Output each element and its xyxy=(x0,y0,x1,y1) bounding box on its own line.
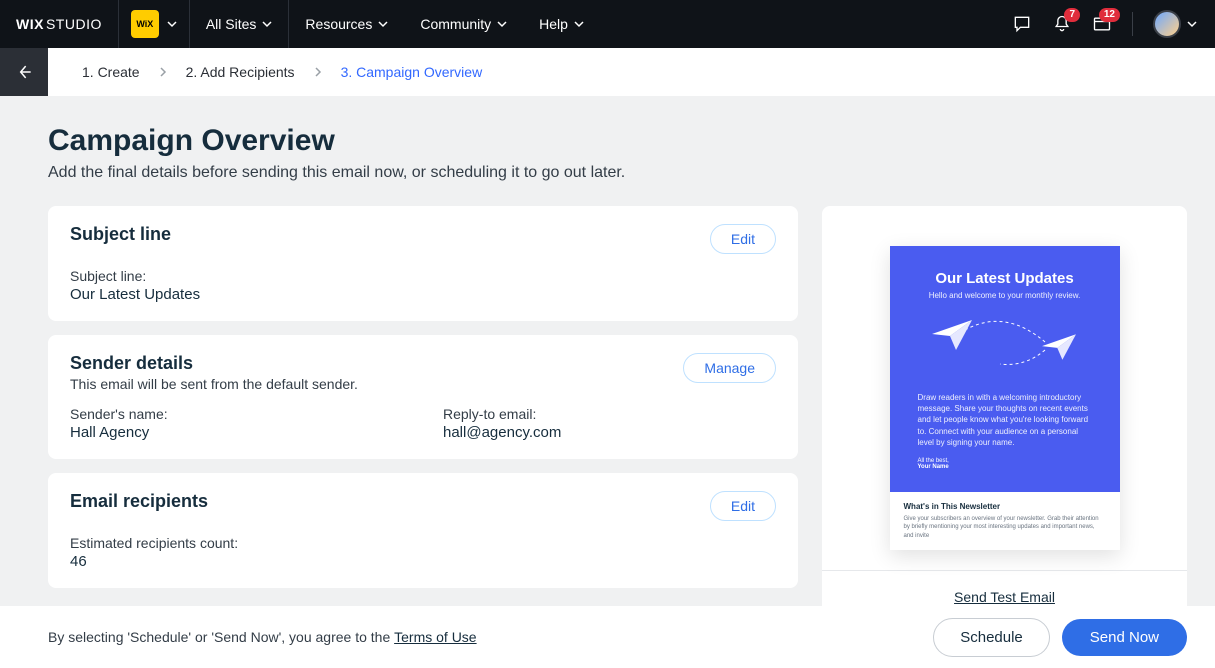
nav-resources[interactable]: Resources xyxy=(289,0,404,48)
nav-community[interactable]: Community xyxy=(404,0,523,48)
bell-badge: 7 xyxy=(1064,8,1080,22)
chat-icon[interactable] xyxy=(1012,14,1032,34)
schedule-button[interactable]: Schedule xyxy=(933,618,1050,657)
chevron-down-icon xyxy=(1187,19,1197,29)
brand-wix: WIX xyxy=(16,16,44,32)
preview-subtitle: Hello and welcome to your monthly review… xyxy=(904,291,1106,300)
breadcrumb-row: 1. Create 2. Add Recipients 3. Campaign … xyxy=(0,48,1215,96)
recipients-count-label: Estimated recipients count: xyxy=(70,535,776,551)
chevron-right-icon xyxy=(313,67,323,77)
nav-label: Help xyxy=(539,16,568,32)
preview-section-body: Give your subscribers an overview of you… xyxy=(904,515,1106,540)
reply-to-value: hall@agency.com xyxy=(443,424,776,441)
recipients-count-value: 46 xyxy=(70,553,776,570)
topbar: WIXSTUDIO WiX All Sites Resources Commun… xyxy=(0,0,1215,48)
breadcrumb-step-overview[interactable]: 3. Campaign Overview xyxy=(341,64,483,80)
email-preview-card: Our Latest Updates Hello and welcome to … xyxy=(822,206,1187,625)
email-preview-thumbnail[interactable]: Our Latest Updates Hello and welcome to … xyxy=(822,206,1187,570)
card-title: Subject line xyxy=(70,224,171,245)
preview-paragraph: Draw readers in with a welcoming introdu… xyxy=(918,392,1092,448)
paper-plane-icon xyxy=(932,320,972,355)
back-button[interactable] xyxy=(0,48,48,96)
breadcrumb-step-recipients[interactable]: 2. Add Recipients xyxy=(186,64,295,80)
breadcrumb-step-create[interactable]: 1. Create xyxy=(82,64,140,80)
edit-subject-button[interactable]: Edit xyxy=(710,224,776,254)
chevron-right-icon xyxy=(158,67,168,77)
send-test-email-link[interactable]: Send Test Email xyxy=(954,589,1055,605)
terms-of-use-link[interactable]: Terms of Use xyxy=(394,629,476,645)
main-content: Campaign Overview Add the final details … xyxy=(0,96,1215,668)
chevron-down-icon xyxy=(497,19,507,29)
chevron-down-icon xyxy=(574,19,584,29)
card-subtitle: This email will be sent from the default… xyxy=(70,376,358,392)
chevron-down-icon xyxy=(262,19,272,29)
subject-label: Subject line: xyxy=(70,268,776,284)
breadcrumb: 1. Create 2. Add Recipients 3. Campaign … xyxy=(48,48,482,96)
card-title: Sender details xyxy=(70,353,358,374)
sender-name-label: Sender's name: xyxy=(70,406,403,422)
inbox-icon[interactable]: 12 xyxy=(1092,14,1112,34)
subject-value: Our Latest Updates xyxy=(70,286,776,303)
preview-title: Our Latest Updates xyxy=(904,270,1106,287)
nav-help[interactable]: Help xyxy=(523,0,600,48)
brand-studio: STUDIO xyxy=(46,16,102,32)
account-menu[interactable] xyxy=(1153,10,1197,38)
inbox-badge: 12 xyxy=(1099,8,1120,22)
preview-section-title: What's in This Newsletter xyxy=(904,502,1106,511)
terms-prefix: By selecting 'Schedule' or 'Send Now', y… xyxy=(48,629,394,645)
nav-all-sites[interactable]: All Sites xyxy=(190,0,290,48)
send-now-button[interactable]: Send Now xyxy=(1062,619,1187,656)
reply-to-label: Reply-to email: xyxy=(443,406,776,422)
bell-icon[interactable]: 7 xyxy=(1052,14,1072,34)
chevron-down-icon xyxy=(378,19,388,29)
subject-line-card: Subject line Edit Subject line: Our Late… xyxy=(48,206,798,321)
page-title: Campaign Overview xyxy=(48,124,1167,158)
chevron-down-icon xyxy=(167,19,177,29)
brand-logo[interactable]: WIXSTUDIO xyxy=(0,16,118,32)
preview-signoff-2: Your Name xyxy=(918,464,1092,470)
sender-details-card: Sender details This email will be sent f… xyxy=(48,335,798,459)
divider xyxy=(1132,12,1133,36)
card-title: Email recipients xyxy=(70,491,208,512)
nav-label: Resources xyxy=(305,16,372,32)
email-recipients-card: Email recipients Edit Estimated recipien… xyxy=(48,473,798,588)
paper-plane-icon xyxy=(1042,334,1076,365)
site-switcher[interactable]: WiX xyxy=(118,0,190,48)
page-subtitle: Add the final details before sending thi… xyxy=(48,164,1167,182)
terms-text: By selecting 'Schedule' or 'Send Now', y… xyxy=(48,629,477,645)
nav-label: Community xyxy=(420,16,491,32)
edit-recipients-button[interactable]: Edit xyxy=(710,491,776,521)
sender-name-value: Hall Agency xyxy=(70,424,403,441)
nav-label: All Sites xyxy=(206,16,257,32)
site-icon: WiX xyxy=(131,10,159,38)
avatar xyxy=(1153,10,1181,38)
top-actions: 7 12 xyxy=(1012,10,1215,38)
bottom-bar: By selecting 'Schedule' or 'Send Now', y… xyxy=(0,606,1215,668)
manage-sender-button[interactable]: Manage xyxy=(683,353,776,383)
